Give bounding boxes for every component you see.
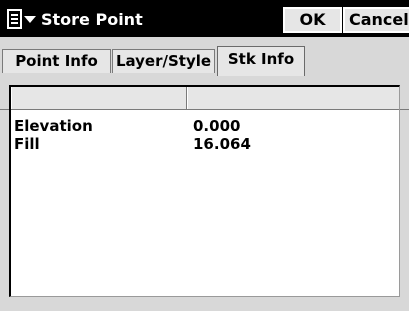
tab-bar: Point Info Layer/Style Stk Info [0,37,409,110]
row-label: Elevation [14,117,93,135]
table-row[interactable]: Elevation 0.000 [11,117,399,135]
start-menu-button[interactable] [7,9,36,31]
tab-layer-style[interactable]: Layer/Style [112,49,215,73]
row-value: 16.064 [193,135,251,153]
table-row[interactable]: Fill 16.064 [11,135,399,153]
start-menu-icon [7,9,22,29]
ok-button[interactable]: OK [283,7,342,33]
row-value: 0.000 [193,117,241,135]
title-bar: Store Point OK Cancel [0,0,409,37]
column-header-name[interactable] [11,87,187,109]
tab-point-info[interactable]: Point Info [2,49,111,73]
window-title: Store Point [41,10,143,29]
stake-info-table[interactable]: Elevation 0.000 Fill 16.064 [9,85,400,297]
row-label: Fill [14,135,40,153]
table-header [11,87,399,110]
tab-stk-info[interactable]: Stk Info [217,46,305,76]
chevron-down-icon [24,16,36,23]
column-header-value[interactable] [187,87,398,109]
cancel-button[interactable]: Cancel [343,7,409,33]
